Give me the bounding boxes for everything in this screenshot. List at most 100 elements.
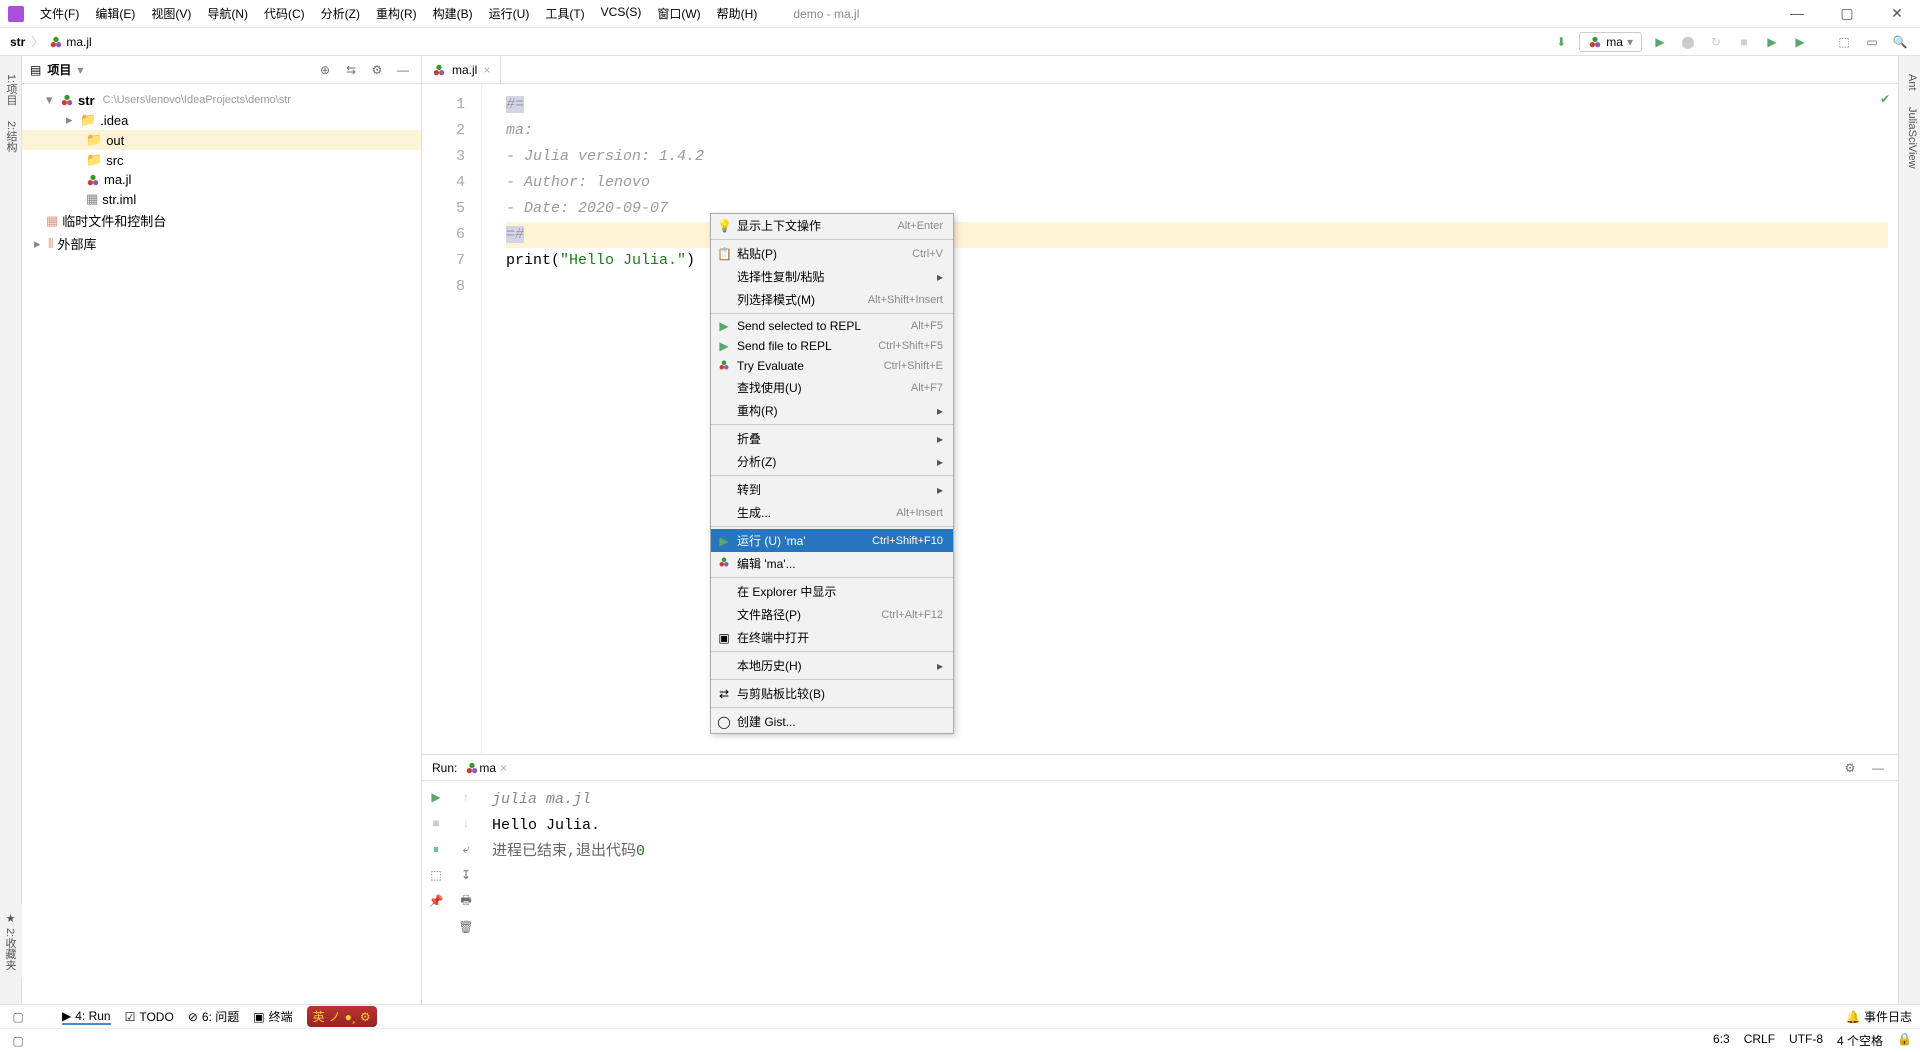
menu-item[interactable]: 窗口(W) <box>651 3 706 24</box>
debug-button[interactable]: ⬤ <box>1678 32 1698 52</box>
left-tab[interactable]: 1:项目 <box>0 66 21 113</box>
bottom-tab[interactable]: ⊘6: 问题 <box>188 1008 239 1025</box>
menu-item[interactable]: 运行(U) <box>483 3 536 24</box>
bottom-tab[interactable]: ☑TODO <box>125 1008 174 1025</box>
menu-item[interactable]: 帮助(H) <box>711 3 764 24</box>
cursor-pos[interactable]: 6:3 <box>1713 1032 1730 1049</box>
context-menu-item[interactable]: ▶运行 (U) 'ma'Ctrl+Shift+F10 <box>711 529 953 552</box>
run-anything-button[interactable]: ▶ <box>1790 32 1810 52</box>
run-output[interactable]: julia ma.jlHello Julia.进程已结束,退出代码0 <box>482 781 1898 1004</box>
event-log-button[interactable]: 🔔 事件日志 <box>1846 1008 1912 1025</box>
hide-run-icon[interactable]: — <box>1868 758 1888 778</box>
tool-windows-icon[interactable]: ▢ <box>8 1007 28 1027</box>
tree-file-iml[interactable]: ▦str.iml <box>22 189 421 209</box>
ime-widget[interactable]: 英ノ●¸⚙ <box>307 1006 377 1027</box>
menu-item[interactable]: 工具(T) <box>539 3 590 24</box>
close-tab-icon[interactable]: × <box>483 63 490 77</box>
bottom-tab[interactable]: ▶4: Run <box>62 1008 111 1025</box>
inspection-ok-icon[interactable]: ✔ <box>1880 92 1890 106</box>
menu-item[interactable]: 编辑(E) <box>89 3 141 24</box>
context-menu-item[interactable]: ⇄与剪贴板比较(B) <box>711 682 953 705</box>
editor-tab-ma[interactable]: ma.jl × <box>422 56 501 83</box>
context-menu-item[interactable]: 文件路径(P)Ctrl+Alt+F12 <box>711 603 953 626</box>
menu-item[interactable]: 代码(C) <box>258 3 311 24</box>
context-menu-item[interactable]: 选择性复制/粘贴▸ <box>711 265 953 288</box>
code[interactable]: #=ma:- Julia version: 1.4.2- Author: len… <box>496 84 1898 754</box>
tree-folder-out[interactable]: 📁out <box>22 130 421 150</box>
context-menu-item[interactable]: 编辑 'ma'... <box>711 552 953 575</box>
scroll-icon[interactable]: ↧ <box>456 865 476 885</box>
context-menu-item[interactable]: 折叠▸ <box>711 427 953 450</box>
maximize-icon[interactable]: ▢ <box>1832 5 1862 22</box>
rerun-icon[interactable]: ▶ <box>426 787 446 807</box>
close-icon[interactable]: ✕ <box>1882 5 1912 22</box>
soft-wrap-icon[interactable]: ⤶ <box>456 839 476 859</box>
tree-root[interactable]: ▾ strC:\Users\lenovo\IdeaProjects\demo\s… <box>22 90 421 110</box>
down-icon[interactable]: ↓ <box>456 813 476 833</box>
hide-panel-icon[interactable]: — <box>393 60 413 80</box>
locate-icon[interactable]: ⊕ <box>315 60 335 80</box>
close-run-tab-icon[interactable]: × <box>500 761 507 775</box>
menu-item[interactable]: 导航(N) <box>201 3 254 24</box>
up-icon[interactable]: ↑ <box>456 787 476 807</box>
layout-icon[interactable]: ⬚ <box>426 865 446 885</box>
context-menu-item[interactable]: 转到▸ <box>711 478 953 501</box>
presentation-button[interactable]: ▭ <box>1862 32 1882 52</box>
context-menu-item[interactable]: ▣在终端中打开 <box>711 626 953 649</box>
context-menu-item[interactable]: ◯创建 Gist... <box>711 710 953 733</box>
settings-icon[interactable]: ⚙ <box>367 60 387 80</box>
menu-item[interactable]: 文件(F) <box>34 3 85 24</box>
breadcrumb-project[interactable]: str <box>10 35 25 49</box>
menu-item[interactable]: 视图(V) <box>145 3 197 24</box>
tree-external-libs[interactable]: ▸⫴外部库 <box>22 232 421 255</box>
right-tab[interactable]: JuliaSciView <box>1899 99 1920 177</box>
run-button[interactable]: ▶ <box>1650 32 1670 52</box>
context-menu-item[interactable]: 列选择模式(M)Alt+Shift+Insert <box>711 288 953 311</box>
breadcrumb-file[interactable]: ma.jl <box>49 35 91 49</box>
tree-folder-idea[interactable]: ▸📁.idea <box>22 110 421 130</box>
build-icon[interactable]: ⬇ <box>1551 32 1571 52</box>
favorites-tab[interactable]: ★ 2:收藏夹 <box>0 904 20 978</box>
left-tab[interactable]: 2:结构 <box>0 113 21 160</box>
context-menu-item[interactable]: 在 Explorer 中显示 <box>711 580 953 603</box>
context-menu-item[interactable]: ▶Send selected to REPLAlt+F5 <box>711 316 953 336</box>
collapse-icon[interactable]: ⇆ <box>341 60 361 80</box>
tree-folder-src[interactable]: 📁src <box>22 150 421 170</box>
coverage-button[interactable]: ↻ <box>1706 32 1726 52</box>
search-icon[interactable]: 🔍 <box>1890 32 1910 52</box>
bottom-tab[interactable]: ▣终端 <box>253 1008 292 1025</box>
stop-button[interactable]: ■ <box>1734 32 1754 52</box>
status-icon[interactable]: ▢ <box>8 1031 28 1051</box>
line-ending[interactable]: CRLF <box>1744 1032 1775 1049</box>
context-menu-item[interactable]: Try EvaluateCtrl+Shift+E <box>711 356 953 376</box>
menu-item[interactable]: 分析(Z) <box>315 3 366 24</box>
context-menu-item[interactable]: 📋粘贴(P)Ctrl+V <box>711 242 953 265</box>
encoding[interactable]: UTF-8 <box>1789 1032 1823 1049</box>
menu-item[interactable]: 重构(R) <box>370 3 423 24</box>
tree-file-ma[interactable]: ma.jl <box>22 170 421 189</box>
pause-icon[interactable]: ⏸ <box>426 839 446 859</box>
pin-icon[interactable]: 📌 <box>426 891 446 911</box>
context-menu-item[interactable]: 💡显示上下文操作Alt+Enter <box>711 214 953 237</box>
layout-button[interactable]: ⬚ <box>1834 32 1854 52</box>
right-tab[interactable]: Ant <box>1899 66 1920 99</box>
editor-content[interactable]: 12345678 #=ma:- Julia version: 1.4.2- Au… <box>422 84 1898 754</box>
stop-icon[interactable]: ■ <box>426 813 446 833</box>
context-menu-item[interactable]: 本地历史(H)▸ <box>711 654 953 677</box>
menu-item[interactable]: VCS(S) <box>595 3 648 24</box>
clear-icon[interactable]: 🗑 <box>456 917 476 937</box>
tree-scratches[interactable]: ▦临时文件和控制台 <box>22 209 421 232</box>
menu-item[interactable]: 构建(B) <box>427 3 479 24</box>
print-icon[interactable]: 🖶 <box>456 891 476 911</box>
context-menu-item[interactable]: 分析(Z)▸ <box>711 450 953 473</box>
context-menu-item[interactable]: ▶Send file to REPLCtrl+Shift+F5 <box>711 336 953 356</box>
run-config-selector[interactable]: ma ▾ <box>1579 32 1642 52</box>
context-menu-item[interactable]: 查找使用(U)Alt+F7 <box>711 376 953 399</box>
minimize-icon[interactable]: — <box>1782 5 1812 22</box>
context-menu-item[interactable]: 生成...Alt+Insert <box>711 501 953 524</box>
indent[interactable]: 4 个空格 <box>1837 1032 1883 1049</box>
run-with-button[interactable]: ▶ <box>1762 32 1782 52</box>
lock-icon[interactable]: 🔒 <box>1897 1032 1912 1049</box>
run-settings-icon[interactable]: ⚙ <box>1840 758 1860 778</box>
context-menu-item[interactable]: 重构(R)▸ <box>711 399 953 422</box>
